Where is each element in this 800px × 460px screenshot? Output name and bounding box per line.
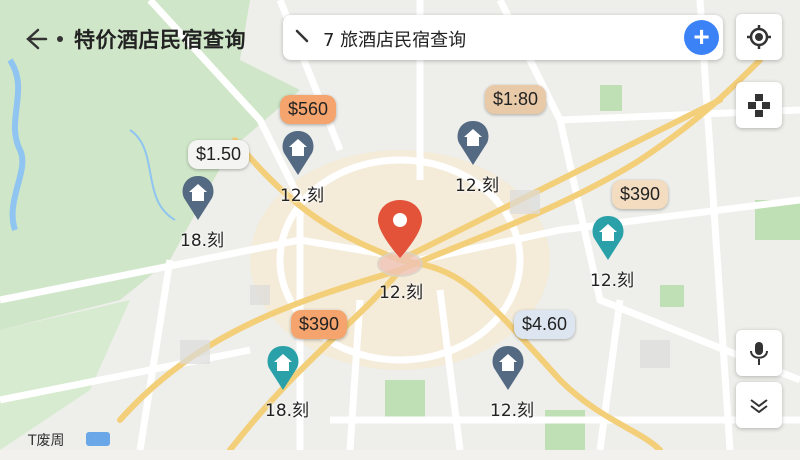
park-area [385,380,425,420]
home-icon [492,346,524,390]
hotel-marker[interactable]: $390 18.刻 [265,310,385,460]
footer-chip [86,432,110,446]
search-input[interactable]: 7 旅酒店民宿查询 [323,26,466,52]
marker-label: 12.刻 [455,176,500,196]
hotel-marker[interactable]: $390 12.刻 [590,180,710,330]
marker-label: 18.刻 [180,231,225,251]
map-attribution: T废周 [28,433,65,449]
page-title: 特价酒店民宿查询 [74,28,246,52]
layers-icon [748,94,770,117]
park-area [600,85,622,111]
hotel-marker[interactable]: $1:80 12.刻 [455,85,575,235]
home-icon [182,176,214,220]
separator-dot [57,36,63,42]
locate-icon [747,25,771,49]
price-bubble[interactable]: $1.50 [188,140,250,169]
add-button[interactable]: + [684,20,719,55]
search-icon [295,29,309,43]
back-button[interactable] [18,24,48,54]
home-icon [282,131,314,175]
current-location[interactable]: 12.刻 [370,200,430,303]
add-icon: + [693,21,710,52]
search-bar[interactable]: 7 旅酒店民宿查询 + [283,15,723,60]
price-bubble[interactable]: $4.60 [514,310,576,339]
price-bubble[interactable]: $390 [612,180,669,209]
chevron-down-icon [750,399,768,414]
collapse-button[interactable] [736,382,782,428]
layers-button[interactable] [736,82,782,128]
marker-label: 18.刻 [265,401,310,421]
marker-label: 12.刻 [490,401,535,421]
location-pin-icon [377,200,423,277]
back-arrow-icon [26,28,48,50]
home-icon [267,346,299,390]
voice-button[interactable] [736,330,782,376]
locate-button[interactable] [736,14,782,60]
microphone-icon [750,342,768,365]
price-bubble[interactable]: $560 [280,95,337,124]
price-bubble[interactable]: $390 [291,310,348,339]
marker-label: 12.刻 [590,271,635,291]
marker-label: 12.刻 [280,186,325,206]
home-icon [457,121,489,165]
price-bubble[interactable]: $1:80 [485,85,547,114]
hotel-marker[interactable]: $4.60 12.刻 [490,310,610,460]
current-location-label: 12.刻 [379,283,424,303]
home-icon [592,216,624,260]
